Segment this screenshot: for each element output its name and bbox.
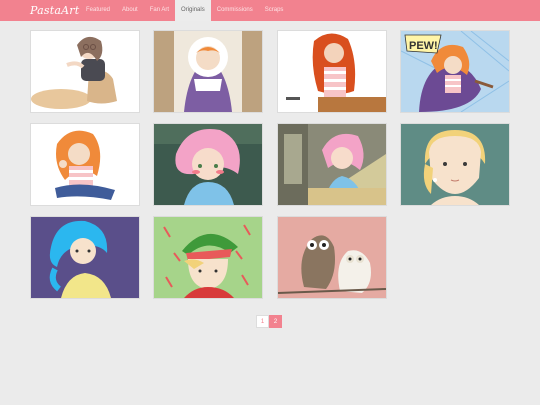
- artwork-image: [31, 31, 139, 112]
- gallery-thumbnail[interactable]: [153, 216, 263, 299]
- nav-featured[interactable]: Featured: [80, 0, 116, 21]
- page-link-2[interactable]: 2: [269, 315, 282, 328]
- artwork-image: PEW!: [401, 31, 509, 112]
- gallery-thumbnail[interactable]: [153, 123, 263, 206]
- top-navbar: PastaArt Featured About Fan Art Original…: [0, 0, 540, 21]
- page-link-1[interactable]: 1: [256, 315, 269, 328]
- nav-fan-art[interactable]: Fan Art: [144, 0, 175, 21]
- gallery-thumbnail[interactable]: [30, 30, 140, 113]
- nav-about[interactable]: About: [116, 0, 144, 21]
- nav-scraps[interactable]: Scraps: [259, 0, 290, 21]
- artwork-image: [278, 31, 386, 112]
- nav-originals[interactable]: Originals: [175, 0, 211, 21]
- artwork-image: [401, 124, 509, 205]
- gallery-thumbnail[interactable]: [400, 123, 510, 206]
- gallery-thumbnail[interactable]: [277, 123, 387, 206]
- brand-logo[interactable]: PastaArt: [30, 2, 79, 19]
- artwork-image: [31, 217, 139, 298]
- artwork-image: [278, 217, 386, 298]
- gallery-thumbnail[interactable]: [30, 123, 140, 206]
- nav-commissions[interactable]: Commissions: [211, 0, 259, 21]
- pagination: 1 2: [256, 315, 282, 328]
- gallery-thumbnail[interactable]: [153, 30, 263, 113]
- artwork-image: [154, 217, 262, 298]
- gallery-thumbnail[interactable]: [277, 30, 387, 113]
- artwork-image: [154, 124, 262, 205]
- comic-caption: PEW!: [409, 40, 438, 52]
- artwork-image: [31, 124, 139, 205]
- gallery-thumbnail[interactable]: [277, 216, 387, 299]
- artwork-image: [278, 124, 386, 205]
- gallery-thumbnail[interactable]: [30, 216, 140, 299]
- main-nav: Featured About Fan Art Originals Commiss…: [80, 0, 289, 21]
- artwork-image: [154, 31, 262, 112]
- gallery-thumbnail[interactable]: PEW!: [400, 30, 510, 113]
